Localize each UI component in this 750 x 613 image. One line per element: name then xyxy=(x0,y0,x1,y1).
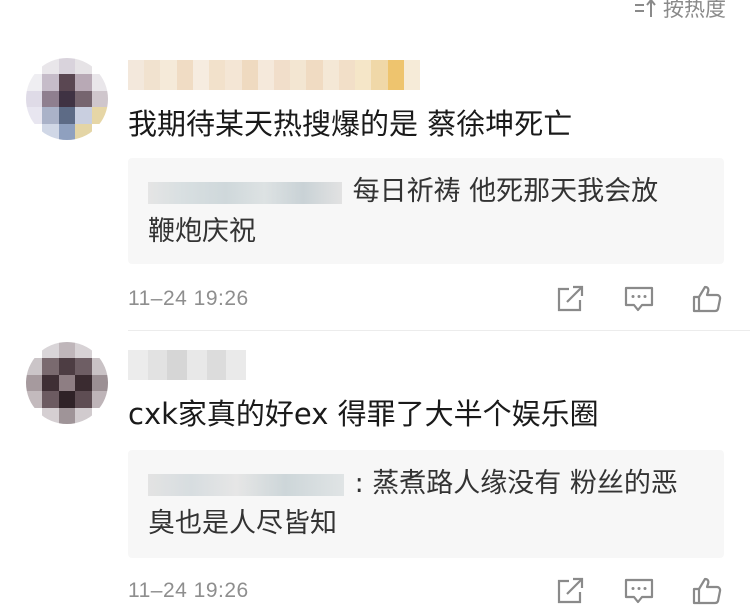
reply-box[interactable]: 每日祈祷 他死那天我会放 鞭炮庆祝 xyxy=(128,158,724,264)
share-button[interactable] xyxy=(554,575,588,607)
share-button[interactable] xyxy=(554,283,588,315)
reply-username-blurred[interactable] xyxy=(148,473,344,496)
comment-icon xyxy=(624,286,654,312)
timestamp: 11–24 19:26 xyxy=(128,579,249,602)
comment-actions xyxy=(554,283,724,315)
reply-line: : 蒸煮路人缘没有 粉丝的恶 xyxy=(148,464,704,504)
reply-button[interactable] xyxy=(622,575,656,607)
divider xyxy=(128,330,750,331)
reply-username-blurred[interactable] xyxy=(148,181,342,204)
reply-box[interactable]: : 蒸煮路人缘没有 粉丝的恶 臭也是人尽皆知 xyxy=(128,450,724,558)
avatar[interactable] xyxy=(26,342,108,424)
username-blurred[interactable] xyxy=(128,350,247,380)
like-button[interactable] xyxy=(690,575,724,607)
avatar[interactable] xyxy=(26,58,108,140)
reply-text-continued: 臭也是人尽皆知 xyxy=(148,508,337,539)
reply-text-continued: 鞭炮庆祝 xyxy=(148,216,256,247)
comment-meta: 11–24 19:26 xyxy=(128,284,724,314)
comment-actions xyxy=(554,575,724,607)
comment-meta: 11–24 19:26 xyxy=(128,576,724,606)
sort-label: 按热度 xyxy=(663,0,726,21)
sort-by-heat-button[interactable]: 按热度 xyxy=(633,0,726,22)
username-blurred[interactable] xyxy=(128,60,420,90)
sort-icon xyxy=(635,0,656,17)
share-icon xyxy=(557,577,584,604)
like-icon xyxy=(692,285,722,313)
comment-item: cxk家真的好ex 得罪了大半个娱乐圈 : 蒸煮路人缘没有 粉丝的恶 臭也是人尽… xyxy=(0,332,750,613)
timestamp: 11–24 19:26 xyxy=(128,287,249,310)
like-icon xyxy=(692,577,722,605)
comment-text: 我期待某天热搜爆的是 蔡徐坤死亡 xyxy=(128,107,573,141)
reply-line: 每日祈祷 他死那天我会放 xyxy=(148,172,704,212)
like-button[interactable] xyxy=(690,283,724,315)
comment-item: 我期待某天热搜爆的是 蔡徐坤死亡 每日祈祷 他死那天我会放 鞭炮庆祝 11–24… xyxy=(0,40,750,330)
reply-button[interactable] xyxy=(622,283,656,315)
reply-text: 每日祈祷 他死那天我会放 xyxy=(352,176,659,207)
comment-text: cxk家真的好ex 得罪了大半个娱乐圈 xyxy=(128,397,599,431)
reply-text: : 蒸煮路人缘没有 粉丝的恶 xyxy=(354,468,678,499)
comment-icon xyxy=(624,578,654,604)
share-icon xyxy=(557,285,584,312)
